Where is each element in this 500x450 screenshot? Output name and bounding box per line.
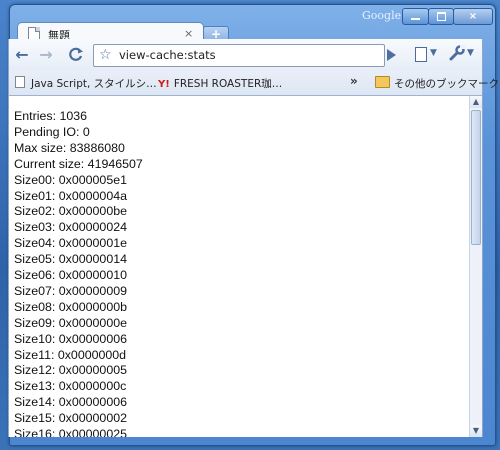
stats-line: Size05: 0x00000014: [14, 252, 127, 267]
reload-icon: [69, 47, 83, 61]
bookmark-item[interactable]: Java Script, スタイルシ…: [15, 76, 157, 91]
page-icon: [15, 76, 25, 88]
chevron-down-icon: ▼: [430, 48, 437, 58]
page-content: Entries: 1036 Pending IO: 0 Max size: 8388…: [8, 96, 469, 437]
folder-icon: [375, 76, 390, 88]
stats-line: Size15: 0x00000002: [14, 411, 127, 426]
stats-line: Size08: 0x0000000b: [14, 299, 127, 314]
stats-line: Size04: 0x0000001e: [14, 236, 127, 251]
stats-line: Size03: 0x00000024: [14, 220, 127, 235]
stats-line: Size01: 0x0000004a: [14, 188, 127, 203]
address-input[interactable]: [119, 47, 374, 63]
scroll-thumb[interactable]: [471, 110, 481, 245]
stats-line: Current size: 41946507: [14, 156, 143, 171]
omnibox[interactable]: ☆: [93, 44, 385, 67]
star-icon[interactable]: ☆: [99, 47, 112, 63]
other-bookmarks-folder[interactable]: その他のブックマーク: [375, 76, 499, 91]
minimize-icon: [411, 18, 420, 20]
bookmarks-bar: Java Script, スタイルシ… Y! FRESH ROASTER珈… » …: [8, 71, 499, 96]
stats-line: Size12: 0x00000005: [14, 363, 127, 378]
brand-label: Google: [362, 9, 402, 22]
stats-line: Size14: 0x00000006: [14, 395, 127, 410]
close-icon: ×: [468, 11, 478, 22]
stats-line: Size02: 0x000000be: [14, 204, 127, 219]
wrench-menu-button[interactable]: ▼: [449, 45, 479, 63]
wrench-icon: [449, 45, 465, 61]
go-icon[interactable]: [387, 49, 396, 61]
minimize-button[interactable]: [402, 8, 429, 25]
stats-line: Size16: 0x00000025: [14, 427, 127, 437]
stats-line: Size07: 0x00000009: [14, 283, 127, 298]
toolbar: ← → ☆ ▼ ▼: [8, 39, 483, 71]
chevron-down-icon: ▼: [467, 48, 474, 58]
bookmarks-overflow-button[interactable]: »: [350, 74, 358, 88]
bookmark-item[interactable]: Y! FRESH ROASTER珈…: [158, 76, 282, 91]
stats-line: Size10: 0x00000006: [14, 331, 127, 346]
bookmark-label: Java Script, スタイルシ…: [31, 78, 157, 90]
stats-line: Max size: 83886080: [14, 140, 125, 155]
stats-line: Pending IO: 0: [14, 124, 90, 139]
vertical-scrollbar[interactable]: ▲ ▼: [469, 96, 483, 437]
page-menu-button[interactable]: ▼: [413, 46, 441, 64]
stats-line: Size06: 0x00000010: [14, 268, 127, 282]
stats-line: Entries: 1036: [14, 109, 88, 123]
scroll-down-arrow-icon[interactable]: ▼: [470, 425, 482, 437]
close-button[interactable]: ×: [453, 8, 493, 25]
page-menu-icon: [415, 47, 427, 62]
stats-line: Size13: 0x0000000c: [14, 379, 127, 394]
yahoo-icon: Y!: [158, 79, 170, 90]
back-button[interactable]: ←: [12, 46, 32, 64]
stats-line: Size00: 0x000005e1: [14, 172, 127, 187]
maximize-button[interactable]: [428, 8, 454, 25]
stats-line: Size11: 0x0000000d: [14, 347, 127, 362]
bookmark-label: その他のブックマーク: [394, 78, 499, 90]
stats-line: Size09: 0x0000000e: [14, 315, 127, 330]
bookmark-label: FRESH ROASTER珈…: [173, 78, 283, 90]
scroll-up-arrow-icon[interactable]: ▲: [470, 96, 482, 108]
maximize-icon: [436, 12, 446, 21]
forward-button[interactable]: →: [36, 46, 56, 64]
reload-button[interactable]: [66, 46, 86, 64]
